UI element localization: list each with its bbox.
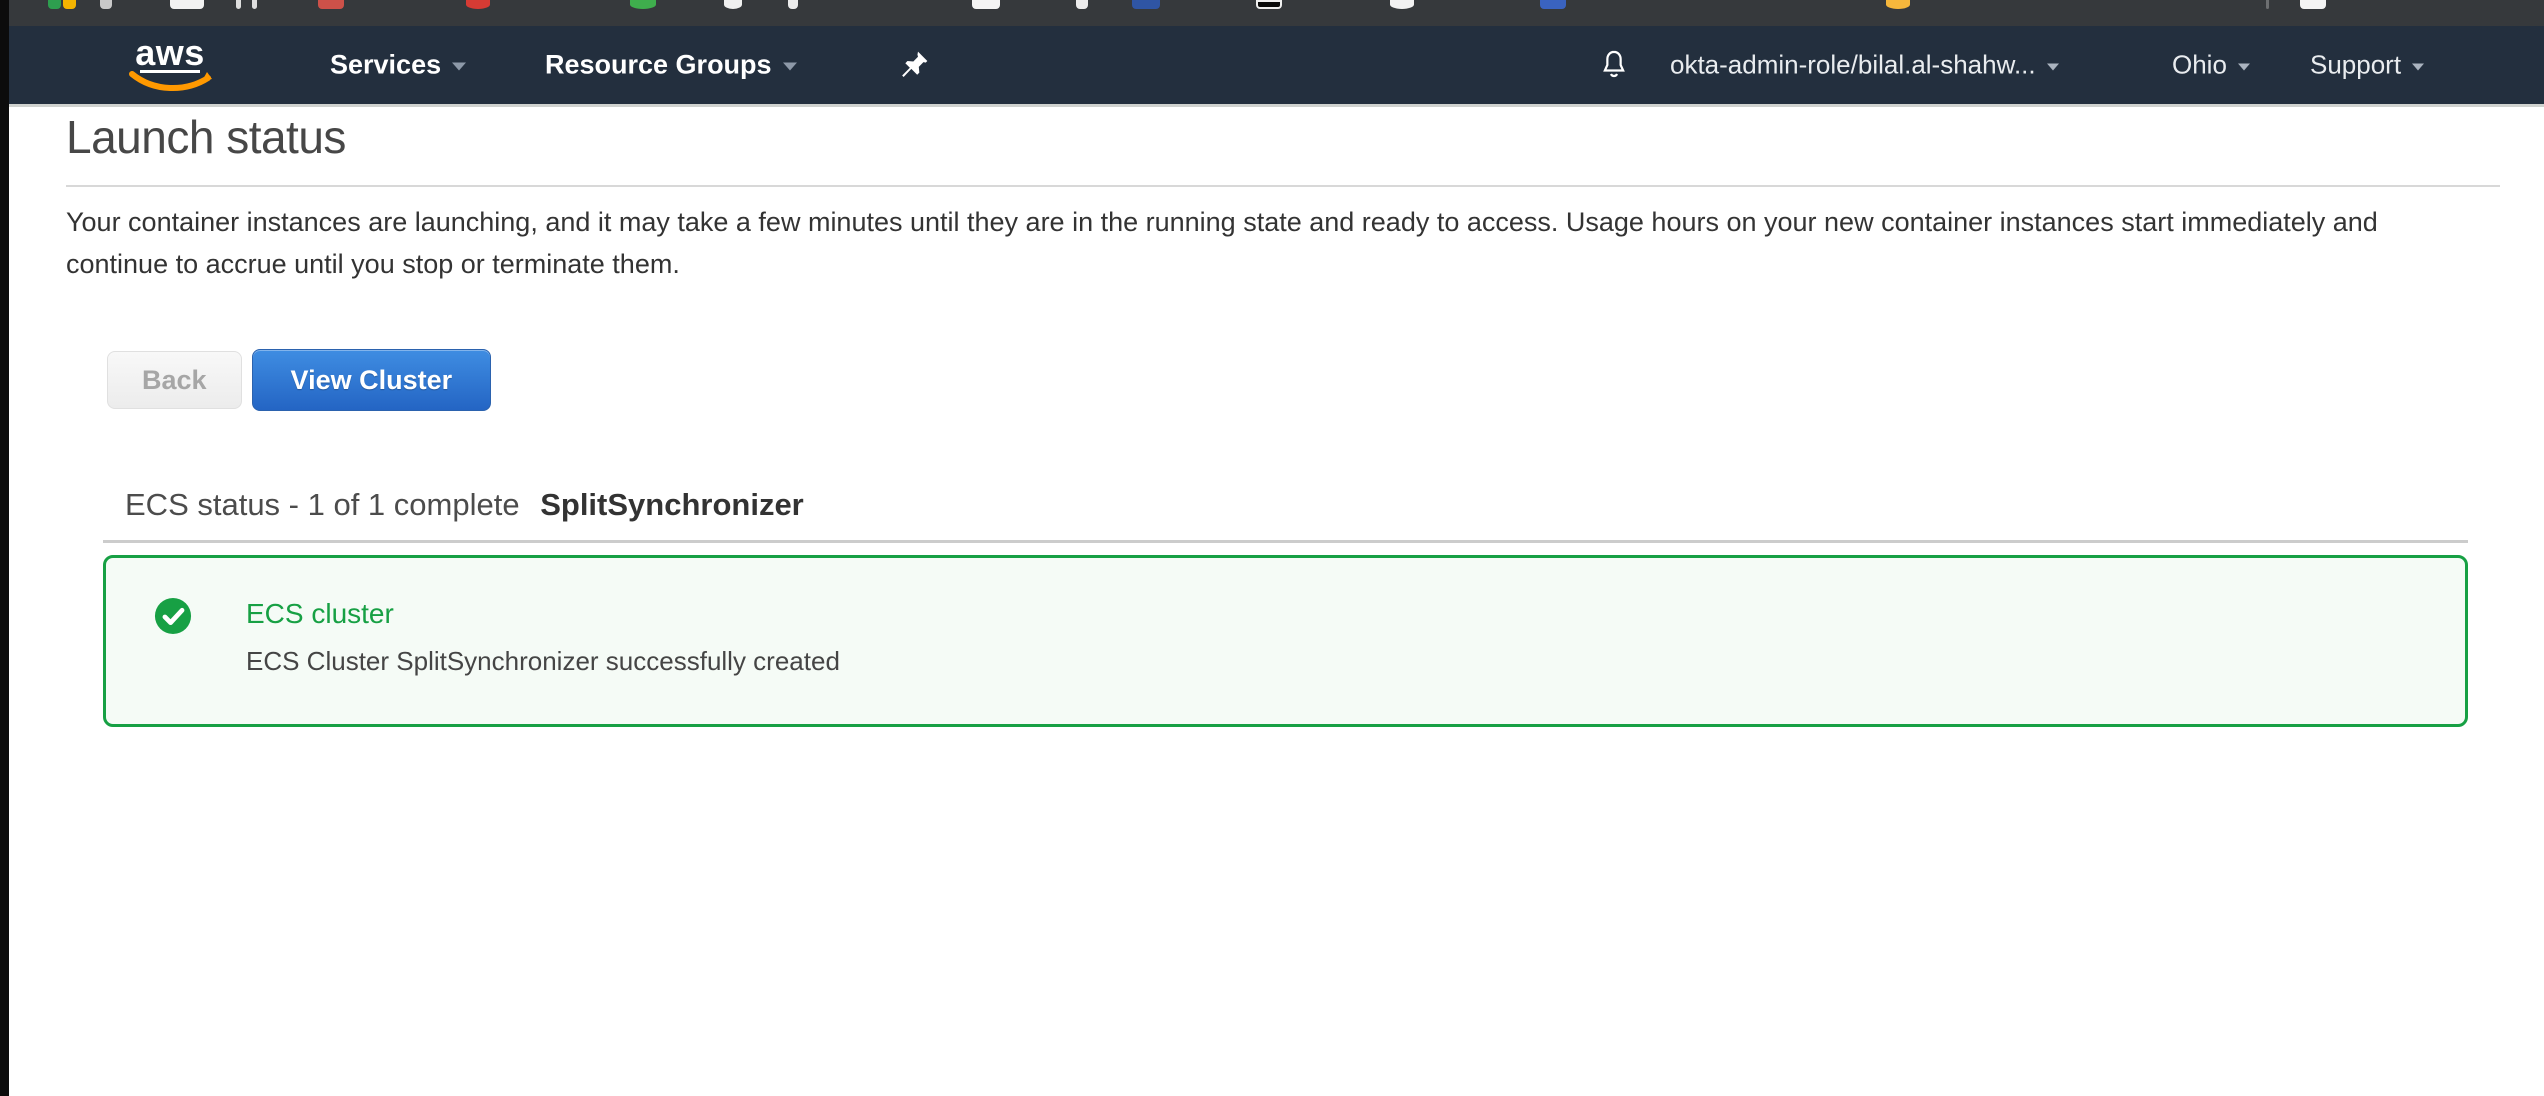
pushpin-icon: [898, 49, 930, 81]
nav-resource-groups[interactable]: Resource Groups: [545, 50, 797, 81]
nav-services[interactable]: Services: [330, 50, 466, 81]
success-card-message: ECS Cluster SplitSynchronizer successful…: [246, 646, 840, 677]
ecs-status-cluster-name: SplitSynchronizer: [540, 487, 804, 522]
favicon-white-circle2[interactable]: [1390, 0, 1414, 9]
ecs-status-heading: ECS status - 1 of 1 complete SplitSynchr…: [125, 487, 804, 523]
ecs-status-heading-text: ECS status - 1 of 1 complete: [125, 487, 520, 522]
window-edge-strip: [0, 0, 9, 1096]
nav-region-label: Ohio: [2172, 50, 2227, 81]
favicon-red-white[interactable]: [318, 0, 344, 9]
favicon-orange-circle[interactable]: [1886, 0, 1910, 9]
page-title: Launch status: [66, 110, 346, 164]
view-cluster-button[interactable]: View Cluster: [252, 349, 492, 411]
bell-icon: [1597, 47, 1631, 83]
favicon-chart-yellow[interactable]: [63, 0, 76, 9]
favicon-black-square[interactable]: [1256, 0, 1282, 9]
screen: aws Services Resource Groups: [0, 0, 2544, 1096]
favicon-gray[interactable]: [100, 0, 112, 9]
nav-services-label: Services: [330, 50, 441, 81]
favicon-white-wide[interactable]: [170, 0, 204, 9]
aws-logo-text: aws: [135, 38, 205, 68]
description-line: continue to accrue until you stop or ter…: [66, 243, 2526, 285]
nav-pin-button[interactable]: [898, 49, 930, 81]
aws-smile-icon: [128, 71, 212, 95]
favicon-thin-2[interactable]: [252, 0, 257, 9]
success-check-icon: [154, 597, 192, 635]
favicon-white-circle[interactable]: [724, 0, 742, 9]
favicon-white-square2[interactable]: [2300, 0, 2326, 9]
nav-region-menu[interactable]: Ohio: [2172, 50, 2250, 81]
ecs-cluster-success-card: ECS cluster ECS Cluster SplitSynchronize…: [103, 555, 2468, 727]
chevron-down-icon: [2412, 63, 2424, 70]
favicon-white-square[interactable]: [972, 0, 1000, 9]
nav-support-menu[interactable]: Support: [2310, 50, 2424, 81]
chevron-down-icon: [783, 63, 797, 71]
favicon-blue-square[interactable]: [1132, 0, 1160, 9]
aws-navbar: aws Services Resource Groups: [0, 26, 2544, 107]
favicon-chart-green[interactable]: [48, 0, 61, 9]
aws-logo[interactable]: aws: [128, 38, 212, 95]
ecs-status-divider: [103, 540, 2468, 543]
favicon-red-circle[interactable]: [466, 0, 490, 9]
chevron-down-icon: [452, 63, 466, 71]
favicon-green-circle[interactable]: [630, 0, 656, 9]
nav-notifications[interactable]: [1597, 47, 1631, 83]
description-line: Your container instances are launching, …: [66, 201, 2526, 243]
launch-status-description: Your container instances are launching, …: [66, 201, 2526, 285]
chevron-down-icon: [2047, 63, 2059, 70]
chevron-down-icon: [2238, 63, 2250, 70]
favicon-small-white[interactable]: [788, 0, 798, 9]
nav-support-label: Support: [2310, 50, 2401, 81]
favicon-separator[interactable]: [2266, 0, 2269, 9]
nav-user-label: okta-admin-role/bilal.al-shahw...: [1670, 50, 2036, 81]
nav-resource-groups-label: Resource Groups: [545, 50, 772, 81]
back-button[interactable]: Back: [107, 351, 242, 409]
action-buttons: Back View Cluster: [107, 349, 491, 411]
favicon-small-white2[interactable]: [1076, 0, 1088, 9]
favicon-facebook-blue[interactable]: [1540, 0, 1566, 9]
nav-user-menu[interactable]: okta-admin-role/bilal.al-shahw...: [1670, 50, 2059, 81]
browser-bookmarks-strip: [0, 0, 2544, 26]
title-divider: [66, 185, 2500, 187]
favicon-thin-1[interactable]: [236, 0, 241, 9]
success-card-title: ECS cluster: [246, 598, 394, 630]
